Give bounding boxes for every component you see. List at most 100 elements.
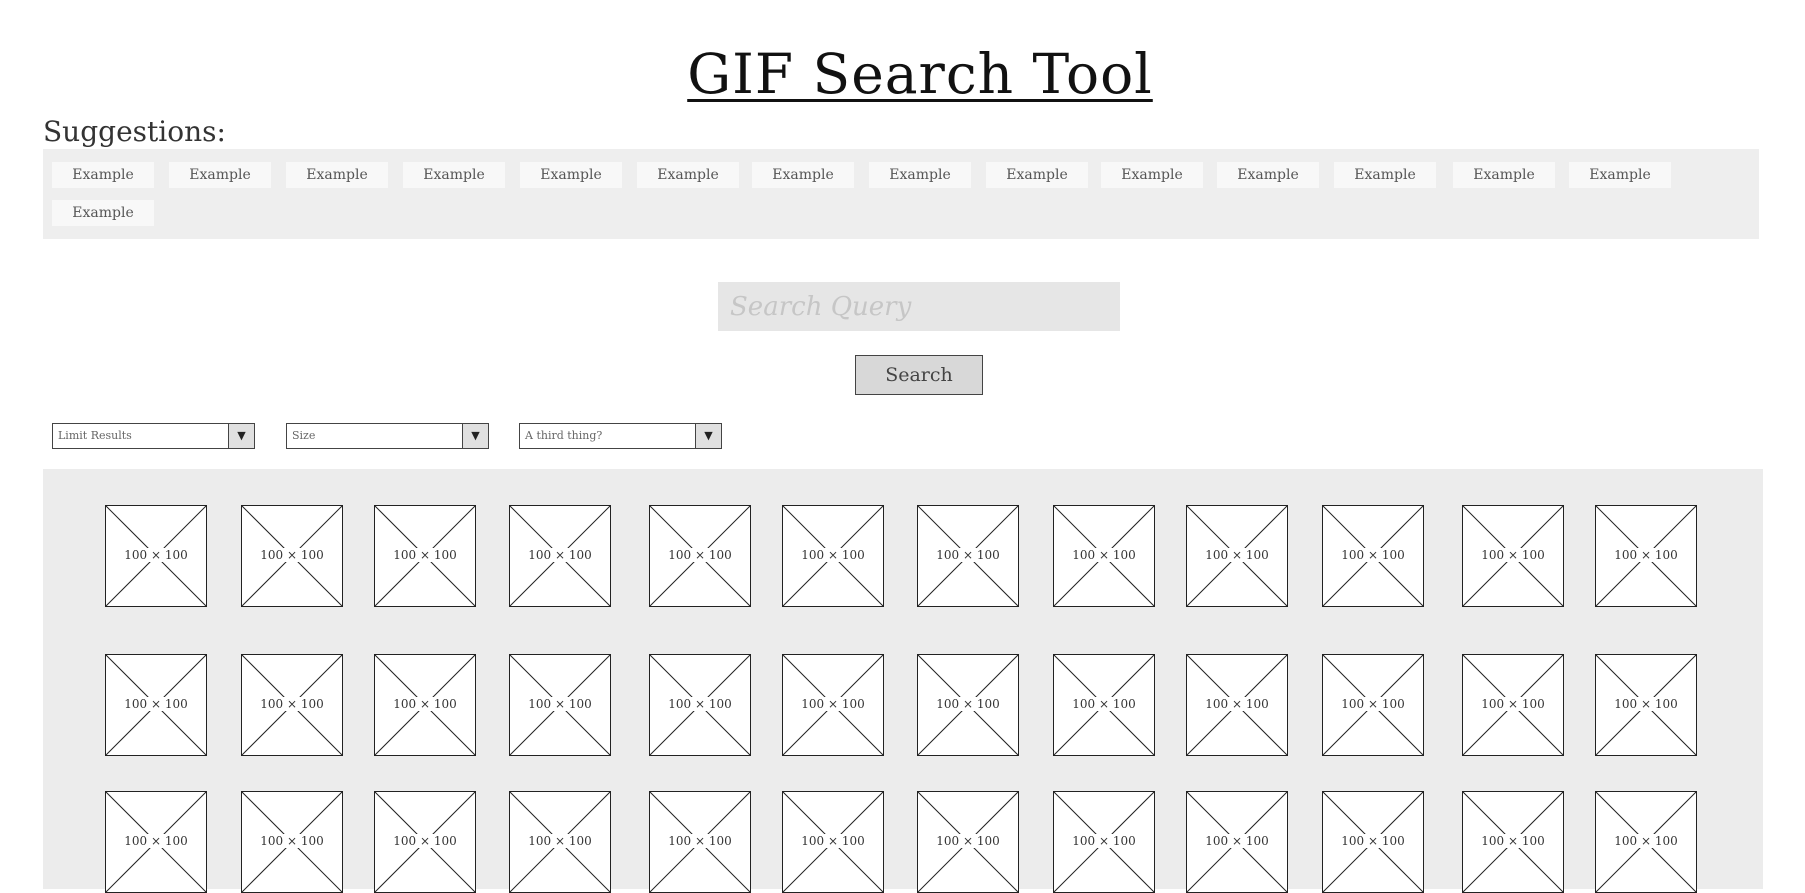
suggestion-chip[interactable]: Example <box>403 162 505 188</box>
gif-result-placeholder[interactable]: 100 × 100 <box>241 654 343 756</box>
select-value: Limit Results <box>58 429 132 442</box>
placeholder-size-label: 100 × 100 <box>1340 697 1406 711</box>
chevron-down-icon[interactable]: ▼ <box>462 424 488 448</box>
gif-result-placeholder[interactable]: 100 × 100 <box>1595 654 1697 756</box>
gif-result-placeholder[interactable]: 100 × 100 <box>1053 791 1155 893</box>
gif-result-placeholder[interactable]: 100 × 100 <box>649 505 751 607</box>
gif-result-placeholder[interactable]: 100 × 100 <box>105 654 207 756</box>
suggestions-label: Suggestions: <box>43 115 226 148</box>
select-value: A third thing? <box>525 429 603 442</box>
third-filter-select[interactable]: A third thing? ▼ <box>519 423 722 449</box>
placeholder-size-label: 100 × 100 <box>123 697 189 711</box>
gif-result-placeholder[interactable]: 100 × 100 <box>782 791 884 893</box>
placeholder-size-label: 100 × 100 <box>392 834 458 848</box>
placeholder-size-label: 100 × 100 <box>1204 548 1270 562</box>
gif-result-placeholder[interactable]: 100 × 100 <box>1322 654 1424 756</box>
gif-result-placeholder[interactable]: 100 × 100 <box>1322 791 1424 893</box>
gif-result-placeholder[interactable]: 100 × 100 <box>1186 505 1288 607</box>
suggestion-chip[interactable]: Example <box>1334 162 1436 188</box>
suggestion-chip[interactable]: Example <box>637 162 739 188</box>
placeholder-size-label: 100 × 100 <box>667 697 733 711</box>
placeholder-size-label: 100 × 100 <box>1340 834 1406 848</box>
gif-result-placeholder[interactable]: 100 × 100 <box>1186 791 1288 893</box>
gif-result-placeholder[interactable]: 100 × 100 <box>782 654 884 756</box>
gif-result-placeholder[interactable]: 100 × 100 <box>1462 505 1564 607</box>
placeholder-size-label: 100 × 100 <box>667 834 733 848</box>
gif-result-placeholder[interactable]: 100 × 100 <box>1462 654 1564 756</box>
gif-result-placeholder[interactable]: 100 × 100 <box>374 654 476 756</box>
gif-result-placeholder[interactable]: 100 × 100 <box>1462 791 1564 893</box>
gif-result-placeholder[interactable]: 100 × 100 <box>1595 791 1697 893</box>
placeholder-size-label: 100 × 100 <box>667 548 733 562</box>
gif-result-placeholder[interactable]: 100 × 100 <box>1322 505 1424 607</box>
placeholder-size-label: 100 × 100 <box>1613 834 1679 848</box>
size-select[interactable]: Size ▼ <box>286 423 489 449</box>
gif-result-placeholder[interactable]: 100 × 100 <box>105 505 207 607</box>
gif-result-placeholder[interactable]: 100 × 100 <box>649 654 751 756</box>
placeholder-size-label: 100 × 100 <box>1071 548 1137 562</box>
placeholder-size-label: 100 × 100 <box>1613 697 1679 711</box>
placeholder-size-label: 100 × 100 <box>1480 834 1546 848</box>
suggestion-chip[interactable]: Example <box>52 200 154 226</box>
gif-result-placeholder[interactable]: 100 × 100 <box>509 654 611 756</box>
gif-result-placeholder[interactable]: 100 × 100 <box>917 791 1019 893</box>
placeholder-size-label: 100 × 100 <box>935 834 1001 848</box>
placeholder-size-label: 100 × 100 <box>935 697 1001 711</box>
placeholder-size-label: 100 × 100 <box>800 834 866 848</box>
placeholder-size-label: 100 × 100 <box>1480 548 1546 562</box>
search-input[interactable] <box>718 282 1120 331</box>
suggestion-chip[interactable]: Example <box>986 162 1088 188</box>
gif-result-placeholder[interactable]: 100 × 100 <box>105 791 207 893</box>
placeholder-size-label: 100 × 100 <box>259 548 325 562</box>
placeholder-size-label: 100 × 100 <box>259 834 325 848</box>
suggestion-chip[interactable]: Example <box>169 162 271 188</box>
placeholder-size-label: 100 × 100 <box>1071 697 1137 711</box>
results-grid: 100 × 100 100 × 100 100 × 100 100 × 100 100 … <box>43 469 1763 893</box>
placeholder-size-label: 100 × 100 <box>259 697 325 711</box>
select-value: Size <box>292 429 316 442</box>
placeholder-size-label: 100 × 100 <box>392 697 458 711</box>
gif-result-placeholder[interactable]: 100 × 100 <box>1595 505 1697 607</box>
suggestions-panel: Example Example Example Example Example Examp… <box>43 149 1759 239</box>
gif-result-placeholder[interactable]: 100 × 100 <box>241 505 343 607</box>
gif-result-placeholder[interactable]: 100 × 100 <box>1053 654 1155 756</box>
placeholder-size-label: 100 × 100 <box>1340 548 1406 562</box>
placeholder-size-label: 100 × 100 <box>527 697 593 711</box>
search-button[interactable]: Search <box>855 355 983 395</box>
suggestion-chip[interactable]: Example <box>52 162 154 188</box>
gif-result-placeholder[interactable]: 100 × 100 <box>1053 505 1155 607</box>
suggestion-chip[interactable]: Example <box>752 162 854 188</box>
gif-result-placeholder[interactable]: 100 × 100 <box>917 505 1019 607</box>
placeholder-size-label: 100 × 100 <box>123 834 189 848</box>
gif-result-placeholder[interactable]: 100 × 100 <box>241 791 343 893</box>
suggestion-chip[interactable]: Example <box>1453 162 1555 188</box>
gif-result-placeholder[interactable]: 100 × 100 <box>917 654 1019 756</box>
suggestion-chip[interactable]: Example <box>1217 162 1319 188</box>
placeholder-size-label: 100 × 100 <box>527 834 593 848</box>
chevron-down-icon[interactable]: ▼ <box>695 424 721 448</box>
placeholder-size-label: 100 × 100 <box>392 548 458 562</box>
gif-result-placeholder[interactable]: 100 × 100 <box>509 505 611 607</box>
suggestion-chip[interactable]: Example <box>1101 162 1203 188</box>
placeholder-size-label: 100 × 100 <box>527 548 593 562</box>
gif-result-placeholder[interactable]: 100 × 100 <box>374 791 476 893</box>
suggestion-chip[interactable]: Example <box>1569 162 1671 188</box>
gif-result-placeholder[interactable]: 100 × 100 <box>1186 654 1288 756</box>
placeholder-size-label: 100 × 100 <box>1071 834 1137 848</box>
chevron-down-icon[interactable]: ▼ <box>228 424 254 448</box>
placeholder-size-label: 100 × 100 <box>935 548 1001 562</box>
page-title: GIF Search Tool <box>687 42 1153 106</box>
gif-result-placeholder[interactable]: 100 × 100 <box>649 791 751 893</box>
suggestion-chip[interactable]: Example <box>520 162 622 188</box>
limit-results-select[interactable]: Limit Results ▼ <box>52 423 255 449</box>
placeholder-size-label: 100 × 100 <box>1480 697 1546 711</box>
placeholder-size-label: 100 × 100 <box>800 697 866 711</box>
placeholder-size-label: 100 × 100 <box>123 548 189 562</box>
gif-result-placeholder[interactable]: 100 × 100 <box>782 505 884 607</box>
gif-result-placeholder[interactable]: 100 × 100 <box>509 791 611 893</box>
suggestion-chip[interactable]: Example <box>286 162 388 188</box>
placeholder-size-label: 100 × 100 <box>800 548 866 562</box>
placeholder-size-label: 100 × 100 <box>1204 834 1270 848</box>
suggestion-chip[interactable]: Example <box>869 162 971 188</box>
gif-result-placeholder[interactable]: 100 × 100 <box>374 505 476 607</box>
